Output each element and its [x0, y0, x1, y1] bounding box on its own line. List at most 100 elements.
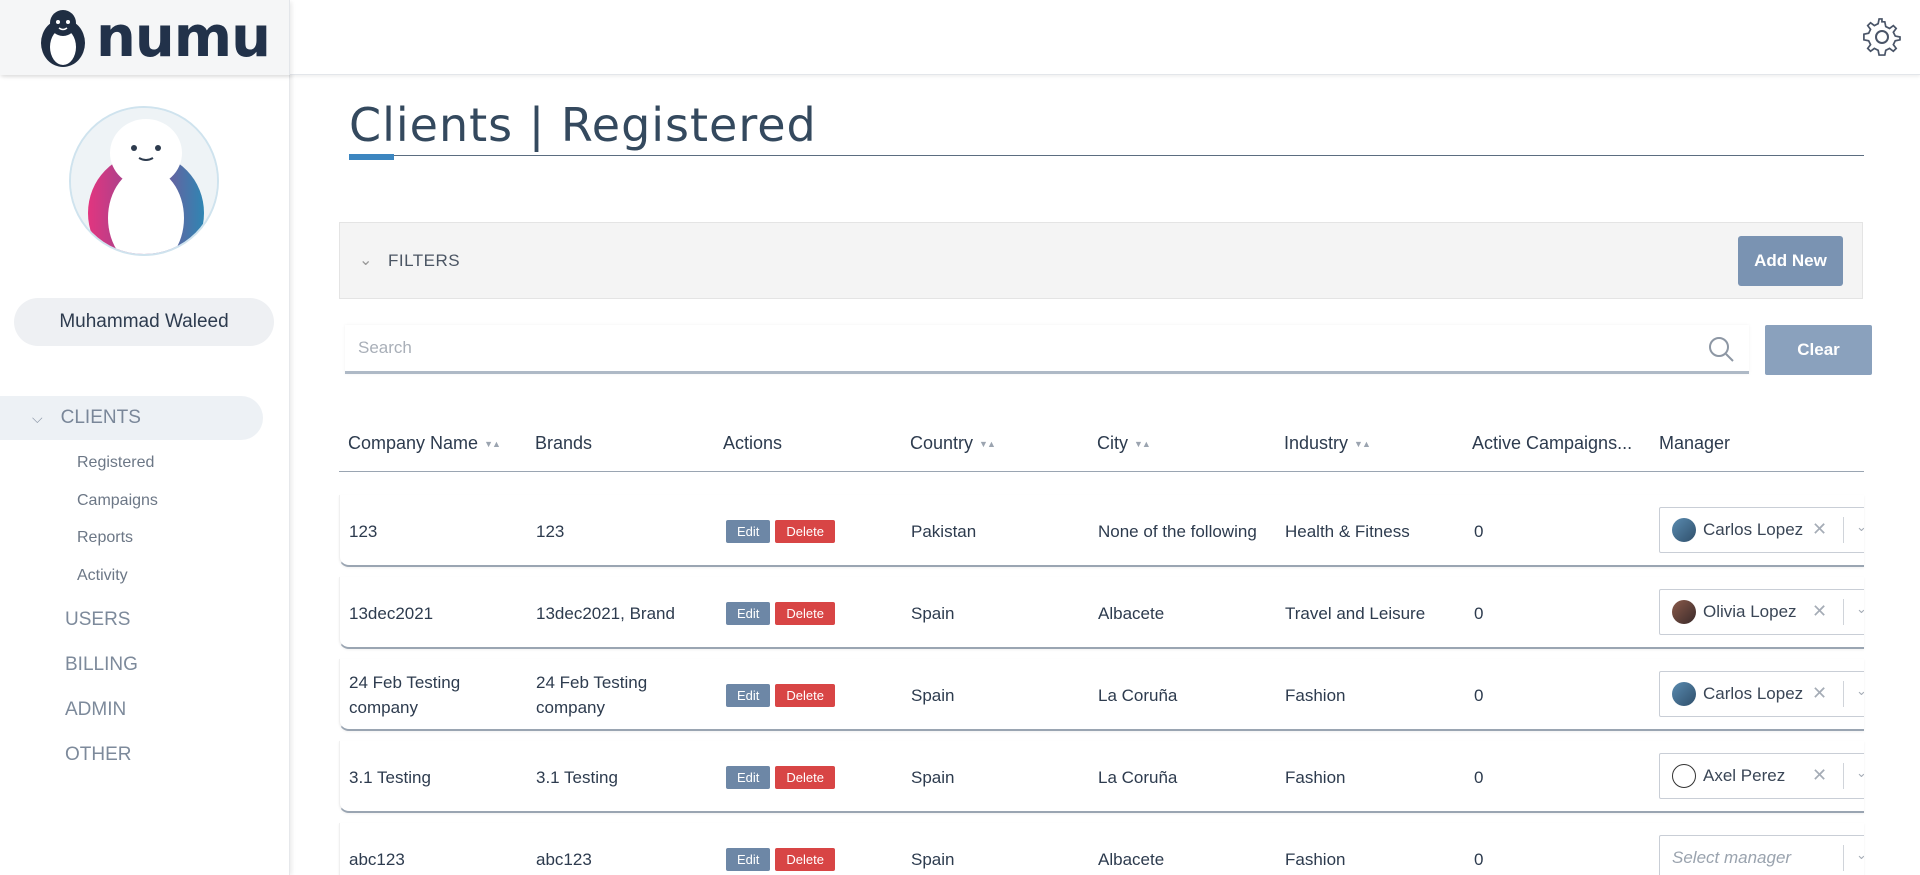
edit-button[interactable]: Edit — [726, 765, 771, 789]
delete-button[interactable]: Delete — [775, 847, 835, 871]
chevron-down-icon[interactable]: ⌄ — [1856, 519, 1864, 535]
cell-active-campaigns: 0 — [1474, 603, 1484, 623]
chevron-down-icon[interactable]: ⌄ — [1856, 847, 1864, 863]
manager-name: Carlos Lopez — [1703, 520, 1803, 539]
table-row[interactable]: 3.1 Testing 3.1 Testing Edit Delete Spain… — [339, 741, 1864, 813]
avatar — [1672, 682, 1696, 706]
filters-panel[interactable]: ⌄ FILTERS Add New — [339, 222, 1863, 299]
cell-country: Spain — [911, 767, 955, 787]
clear-icon[interactable]: ✕ — [1812, 519, 1827, 540]
divider — [1843, 517, 1844, 543]
cell-industry: Fashion — [1285, 767, 1346, 787]
cell-brands: 24 Feb Testing company — [536, 673, 648, 717]
sort-icon[interactable]: ▼▲ — [979, 439, 996, 449]
clear-icon[interactable]: ✕ — [1812, 765, 1827, 786]
manager-select[interactable]: Carlos Lopez ✕ ⌄ — [1659, 507, 1864, 553]
cell-city: None of the following — [1098, 521, 1257, 541]
chevron-down-icon[interactable]: ⌄ — [1856, 765, 1864, 781]
sidebar-item-billing[interactable]: BILLING — [65, 654, 138, 676]
manager-select[interactable]: Axel Perez ✕ ⌄ — [1659, 753, 1864, 799]
cell-industry: Travel and Leisure — [1285, 603, 1426, 623]
cell-actions: Edit Delete — [726, 659, 835, 729]
sidebar-item-other[interactable]: OTHER — [65, 744, 132, 766]
gear-icon[interactable] — [1862, 17, 1902, 57]
penguin-avatar-icon — [1672, 764, 1696, 788]
delete-button[interactable]: Delete — [775, 601, 835, 625]
avatar — [1672, 518, 1696, 542]
sidebar-item-label: CLIENTS — [60, 407, 141, 428]
cell-active-campaigns: 0 — [1474, 849, 1484, 869]
delete-button[interactable]: Delete — [775, 519, 835, 543]
chevron-down-icon[interactable]: ⌄ — [1856, 601, 1864, 617]
cell-city: Albacete — [1098, 849, 1165, 869]
cell-brands: 123 — [536, 521, 565, 541]
cell-brands: 13dec2021, Brand — [536, 603, 675, 623]
column-header-active-campaigns: Active Campaigns... — [1472, 433, 1632, 454]
divider — [1843, 845, 1844, 871]
chevron-down-icon[interactable]: ⌄ — [1856, 683, 1864, 699]
edit-button[interactable]: Edit — [726, 847, 771, 871]
cell-city: Albacete — [1098, 603, 1165, 623]
add-new-button[interactable]: Add New — [1738, 236, 1843, 286]
table-row[interactable]: 123 123 Edit Delete Pakistan None of the … — [339, 495, 1864, 567]
manager-select[interactable]: Olivia Lopez ✕ ⌄ — [1659, 589, 1864, 635]
column-header-country[interactable]: Country ▼▲ — [910, 433, 996, 454]
avatar[interactable] — [69, 106, 219, 256]
column-header-label: Active Campaigns... — [1472, 433, 1633, 453]
cell-active-campaigns: 0 — [1474, 521, 1484, 541]
app-logo[interactable]: numu — [0, 0, 290, 75]
column-header-label: Actions — [723, 433, 783, 453]
cell-industry: Fashion — [1285, 849, 1346, 869]
search-icon[interactable] — [1707, 335, 1735, 363]
penguin-logo-icon — [41, 9, 85, 67]
search-box — [345, 325, 1749, 374]
table-header: Company Name ▼▲ Brands Actions Country ▼▲ … — [339, 420, 1864, 472]
column-header-label: Industry — [1284, 433, 1349, 453]
delete-button[interactable]: Delete — [775, 765, 835, 789]
cell-country: Spain — [911, 685, 955, 705]
sidebar-subitem-reports[interactable]: Reports — [77, 529, 133, 547]
search-input[interactable] — [345, 325, 1645, 371]
cell-city: La Coruña — [1098, 685, 1178, 705]
column-header-actions: Actions — [723, 433, 782, 454]
table-row[interactable]: 24 Feb Testing company 24 Feb Testing co… — [339, 659, 1864, 731]
sidebar-subitem-activity[interactable]: Activity — [77, 567, 128, 585]
table-row[interactable]: abc123 abc123 Edit Delete Spain Albacete … — [339, 823, 1864, 875]
chevron-down-icon[interactable]: ⌄ — [359, 250, 372, 270]
chevron-down-icon: ⌵ — [32, 409, 43, 426]
column-header-company[interactable]: Company Name ▼▲ — [348, 433, 501, 454]
user-name[interactable]: Muhammad Waleed — [14, 298, 274, 346]
manager-select[interactable]: Carlos Lopez ✕ ⌄ — [1659, 671, 1864, 717]
edit-button[interactable]: Edit — [726, 683, 771, 707]
sidebar-item-clients[interactable]: ⌵ CLIENTS — [0, 396, 263, 440]
avatar — [1672, 600, 1696, 624]
manager-name: Olivia Lopez — [1703, 602, 1797, 621]
delete-button[interactable]: Delete — [775, 683, 835, 707]
manager-name: Axel Perez — [1703, 766, 1786, 785]
cell-actions: Edit Delete — [726, 577, 835, 647]
title-underline — [349, 155, 1864, 156]
column-header-label: Company Name — [348, 433, 479, 453]
table-row[interactable]: 13dec2021 13dec2021, Brand Edit Delete Sp… — [339, 577, 1864, 649]
column-header-industry[interactable]: Industry ▼▲ — [1284, 433, 1371, 454]
sidebar-subitem-registered[interactable]: Registered — [77, 454, 154, 472]
cell-active-campaigns: 0 — [1474, 767, 1484, 787]
sort-icon[interactable]: ▼▲ — [484, 439, 501, 449]
manager-select[interactable]: Select manager ⌄ — [1659, 835, 1864, 875]
column-header-city[interactable]: City ▼▲ — [1097, 433, 1151, 454]
cell-company: 13dec2021 — [349, 603, 434, 623]
column-header-label: Manager — [1659, 433, 1731, 453]
sort-icon[interactable]: ▼▲ — [1134, 439, 1151, 449]
edit-button[interactable]: Edit — [726, 519, 771, 543]
sidebar-item-admin[interactable]: ADMIN — [65, 699, 126, 721]
cell-active-campaigns: 0 — [1474, 685, 1484, 705]
sort-icon[interactable]: ▼▲ — [1354, 439, 1371, 449]
sidebar-item-users[interactable]: USERS — [65, 609, 130, 631]
sidebar-subitem-campaigns[interactable]: Campaigns — [77, 492, 158, 510]
clear-button[interactable]: Clear — [1765, 325, 1872, 375]
edit-button[interactable]: Edit — [726, 601, 771, 625]
clear-icon[interactable]: ✕ — [1812, 683, 1827, 704]
cell-company: 123 — [349, 521, 378, 541]
filters-label[interactable]: FILTERS — [388, 251, 460, 271]
clear-icon[interactable]: ✕ — [1812, 601, 1827, 622]
